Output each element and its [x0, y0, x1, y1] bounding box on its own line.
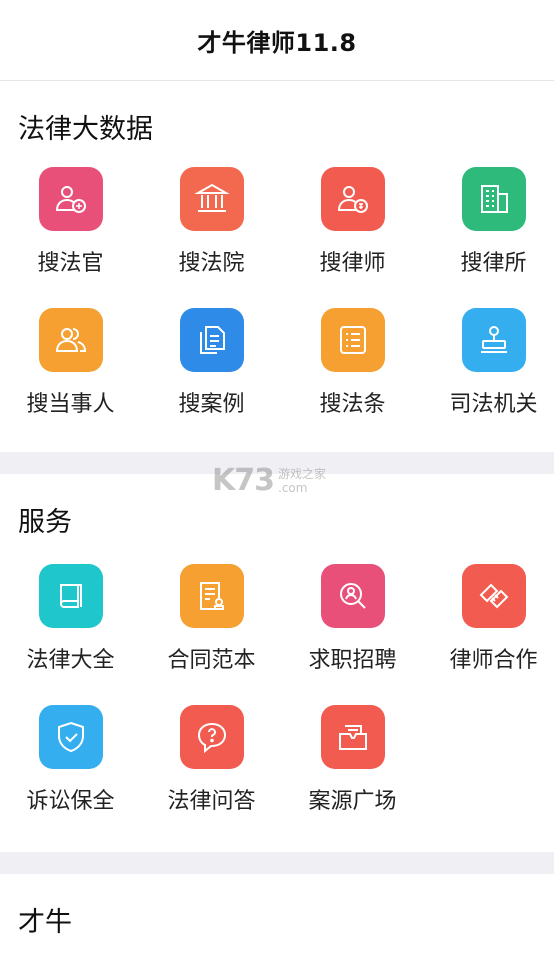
tile-search-court[interactable]: 搜法院 [141, 167, 282, 308]
judge-icon [38, 167, 103, 231]
tile-label: 搜当事人 [26, 392, 115, 417]
tile-label: 搜法条 [319, 392, 386, 417]
office-building-icon [461, 167, 526, 231]
section-divider [0, 852, 554, 874]
feature-grid: 搜法官 搜法院 搜律师 搜律所 搜当事人 搜案例 搜法条 司法机关 [0, 167, 554, 449]
section-legal-big-data: 法律大数据 搜法官 搜法院 搜律师 搜律所 搜当事人 搜案例 搜法条 司法机关 [0, 81, 554, 452]
tile-search-law-firm[interactable]: 搜律所 [423, 167, 554, 308]
section-title: 才牛 [18, 907, 72, 938]
documents-icon [179, 308, 244, 372]
tile-label: 合同范本 [167, 648, 256, 673]
tile-litigation-preservation[interactable]: 诉讼保全 [0, 705, 141, 846]
tile-legal-qa[interactable]: 法律问答 [141, 705, 282, 846]
tile-label: 法律大全 [26, 648, 115, 673]
section-title: 服务 [18, 507, 72, 538]
tile-label: 搜案例 [178, 392, 245, 417]
section-cainiu: 才牛 [0, 874, 554, 964]
tile-label: 法律问答 [167, 789, 256, 814]
tile-jobs-recruitment[interactable]: 求职招聘 [282, 564, 423, 705]
stamp-icon [461, 308, 526, 372]
tile-search-case[interactable]: 搜案例 [141, 308, 282, 449]
tile-search-statute[interactable]: 搜法条 [282, 308, 423, 449]
tile-label: 司法机关 [449, 392, 538, 417]
tile-case-source-square[interactable]: 案源广场 [282, 705, 423, 846]
tile-contract-templates[interactable]: 合同范本 [141, 564, 282, 705]
people-icon [38, 308, 103, 372]
section-services: 服务 法律大全 合同范本 求职招聘 律师合作 诉讼保全 法律问答 案源广场 [0, 474, 554, 852]
tile-label: 搜法院 [178, 251, 245, 276]
tile-search-lawyer[interactable]: 搜律师 [282, 167, 423, 308]
tile-lawyer-cooperation[interactable]: 律师合作 [423, 564, 554, 705]
tile-label: 搜律师 [319, 251, 386, 276]
section-divider [0, 452, 554, 474]
service-grid: 法律大全 合同范本 求职招聘 律师合作 诉讼保全 法律问答 案源广场 [0, 564, 554, 846]
tile-search-party[interactable]: 搜当事人 [0, 308, 141, 449]
inbox-icon [320, 705, 385, 769]
list-icon [320, 308, 385, 372]
app-header: 才牛律师11.8 [0, 0, 554, 81]
job-search-icon [320, 564, 385, 628]
court-building-icon [179, 167, 244, 231]
tile-label: 诉讼保全 [26, 789, 115, 814]
handshake-icon [461, 564, 526, 628]
tile-label: 求职招聘 [308, 648, 397, 673]
shield-icon [38, 705, 103, 769]
section-title: 法律大数据 [18, 114, 153, 145]
question-bubble-icon [179, 705, 244, 769]
tile-label: 搜法官 [37, 251, 104, 276]
tile-label: 律师合作 [449, 648, 538, 673]
tile-search-judge[interactable]: 搜法官 [0, 167, 141, 308]
tile-law-encyclopedia[interactable]: 法律大全 [0, 564, 141, 705]
page-title: 才牛律师11.8 [197, 28, 357, 57]
tile-judicial-organs[interactable]: 司法机关 [423, 308, 554, 449]
tile-label: 搜律所 [460, 251, 527, 276]
contract-icon [179, 564, 244, 628]
lawyer-icon [320, 167, 385, 231]
tile-label: 案源广场 [308, 789, 397, 814]
book-icon [38, 564, 103, 628]
